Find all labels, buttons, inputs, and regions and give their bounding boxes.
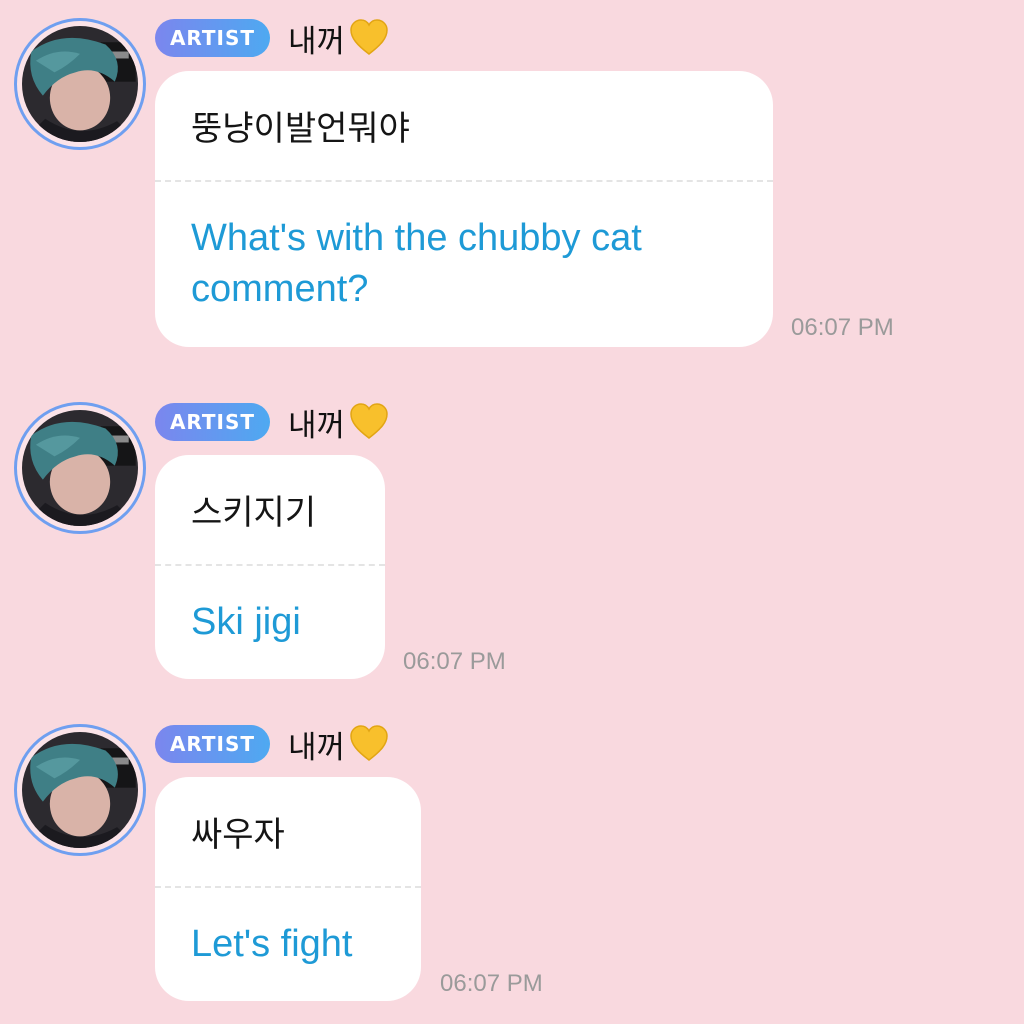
translated-text: Ski jigi	[191, 601, 301, 643]
avatar-photo	[22, 26, 138, 142]
message-bubble[interactable]: 뚱냥이발언뭐야 What's with the chubby cat comme…	[155, 71, 773, 347]
timestamp: 06:07 PM	[791, 314, 894, 341]
avatar[interactable]	[14, 724, 146, 856]
avatar-photo	[22, 410, 138, 526]
divider	[155, 180, 773, 182]
timestamp: 06:07 PM	[440, 970, 543, 997]
yellow-heart-icon	[350, 725, 388, 761]
sender-name: 내꺼	[288, 407, 346, 444]
original-text: 스키지기	[191, 493, 317, 533]
message-bubble[interactable]: 스키지기 Ski jigi	[155, 455, 385, 679]
artist-badge: ARTIST	[155, 403, 270, 441]
sender-name: 내꺼	[288, 23, 346, 60]
message-header: ARTIST 내꺼	[155, 18, 389, 60]
message-header: ARTIST 내꺼	[155, 724, 389, 766]
artist-badge: ARTIST	[155, 725, 270, 763]
avatar-photo	[22, 732, 138, 848]
yellow-heart-icon	[350, 19, 388, 55]
translated-text: What's with the chubby cat comment?	[191, 217, 642, 310]
timestamp: 06:07 PM	[403, 648, 506, 675]
message-header: ARTIST 내꺼	[155, 402, 389, 444]
avatar[interactable]	[14, 18, 146, 150]
avatar[interactable]	[14, 402, 146, 534]
message-bubble[interactable]: 싸우자 Let's fight	[155, 777, 421, 1001]
sender-name: 내꺼	[288, 729, 346, 766]
translated-text: Let's fight	[191, 923, 353, 965]
artist-badge: ARTIST	[155, 19, 270, 57]
original-text: 싸우자	[191, 815, 285, 855]
divider	[155, 564, 385, 566]
yellow-heart-icon	[350, 403, 388, 439]
original-text: 뚱냥이발언뭐야	[191, 109, 410, 149]
divider	[155, 886, 421, 888]
